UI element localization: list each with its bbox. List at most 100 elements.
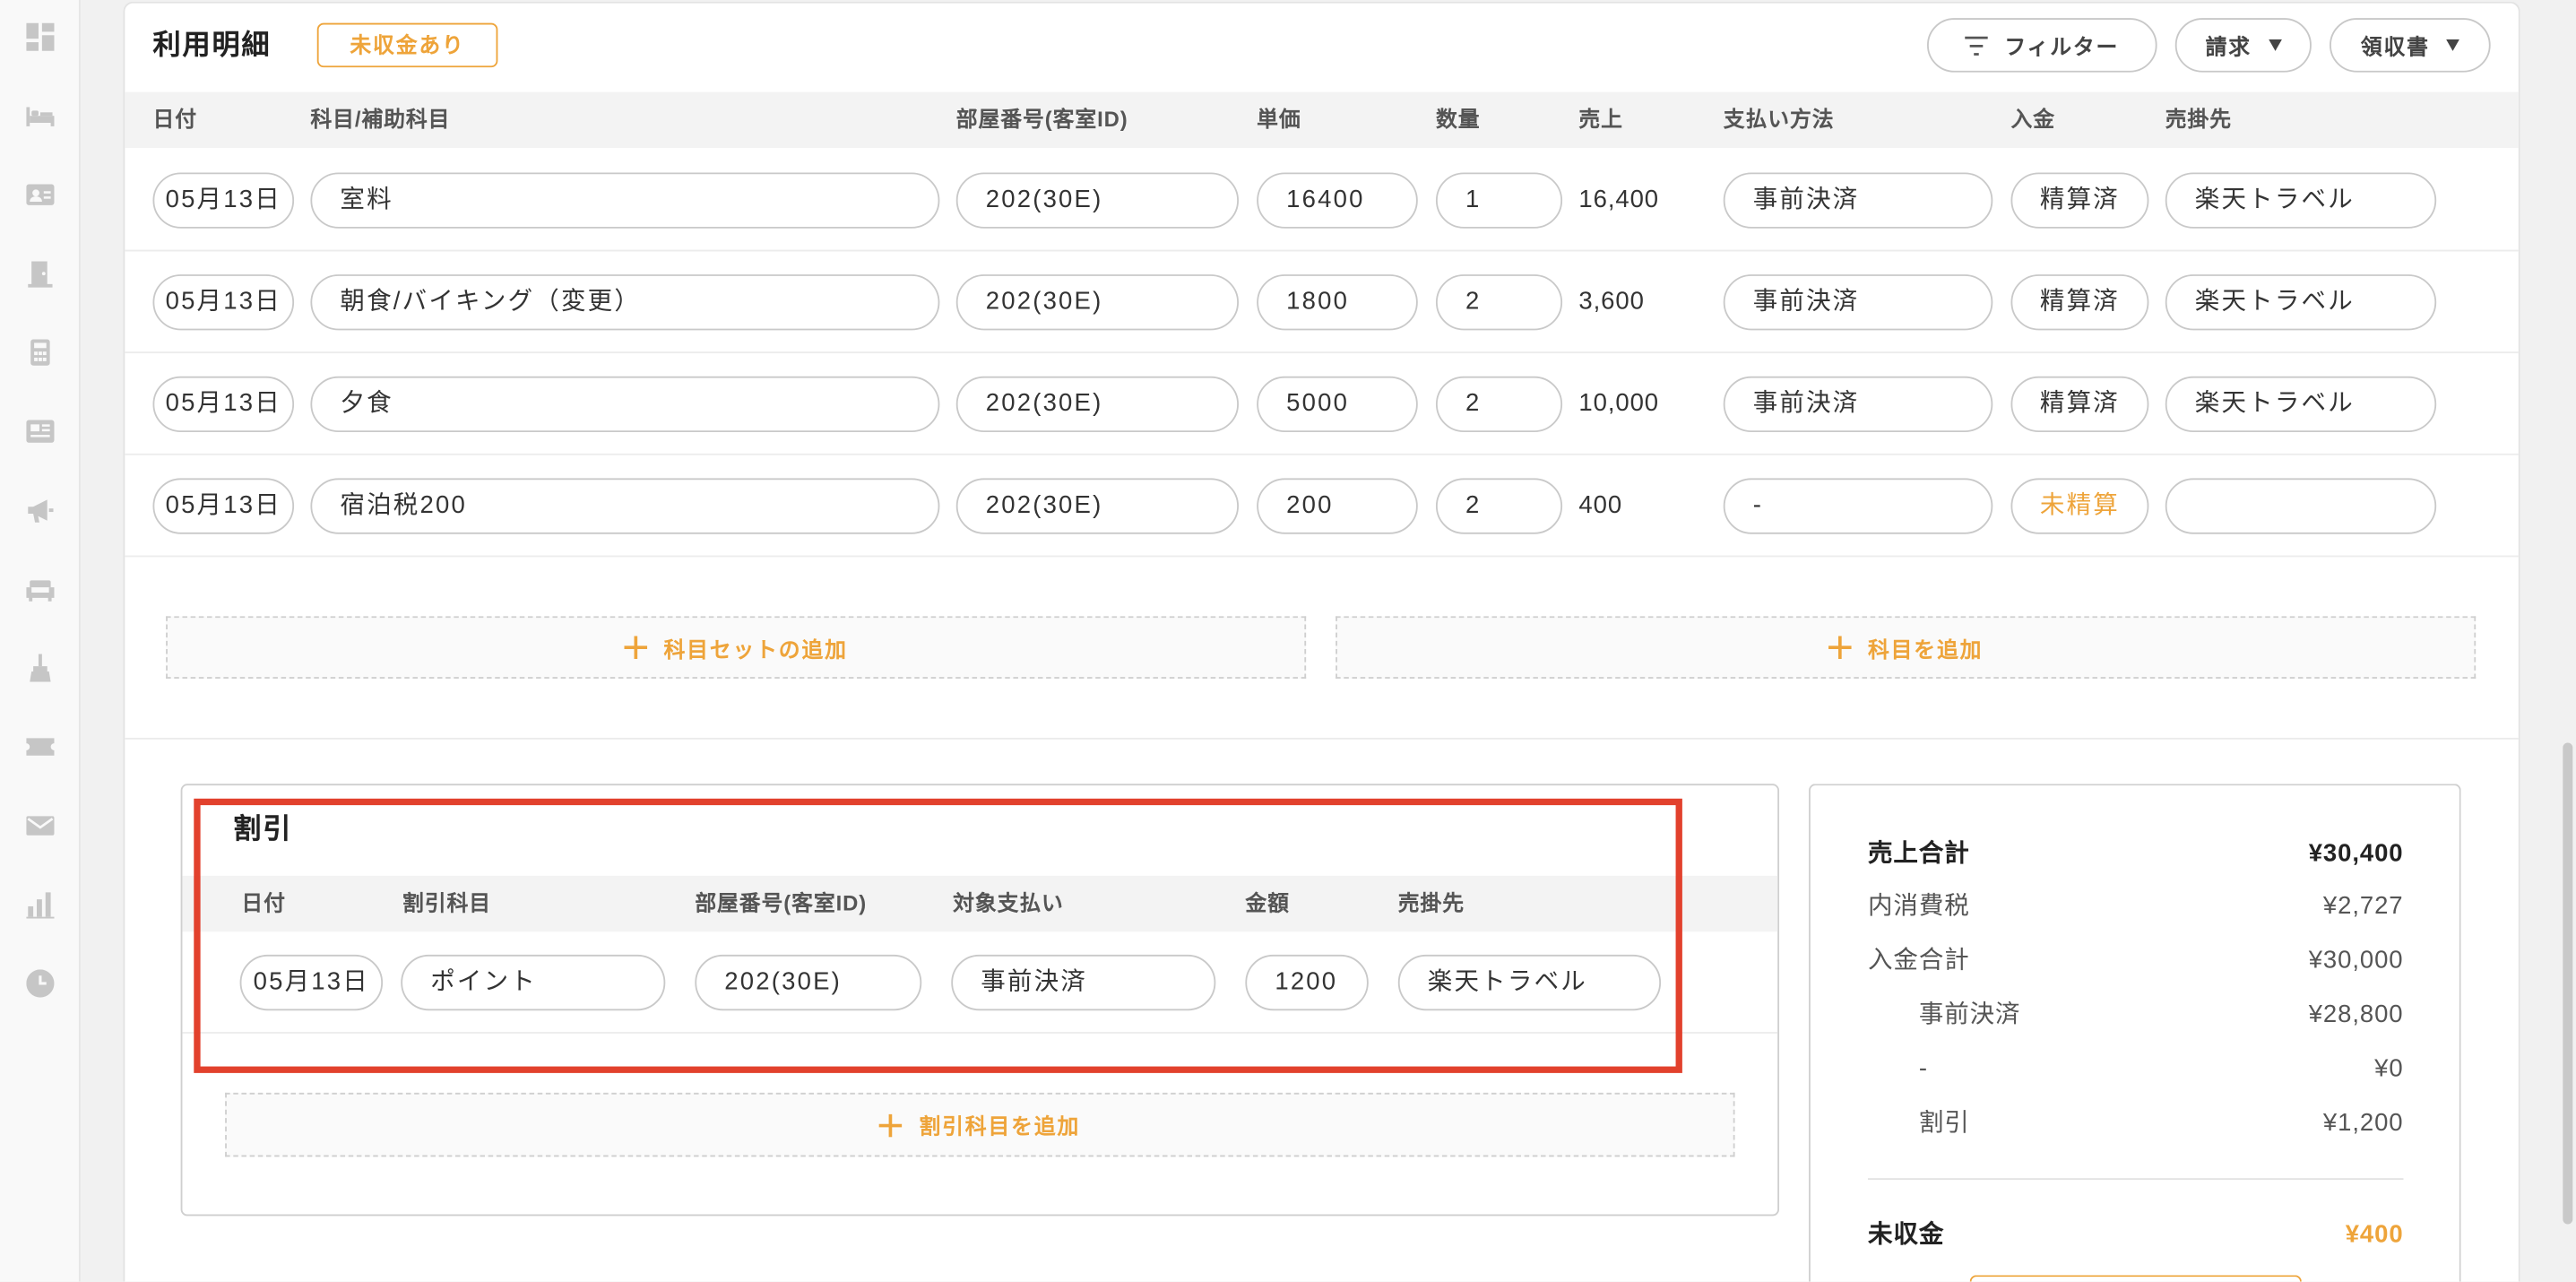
payment-method-select[interactable]: 事前決済 bbox=[1723, 172, 1993, 229]
no-method-label: - bbox=[1918, 1054, 1928, 1083]
prepaid-value: ¥28,800 bbox=[2308, 1000, 2404, 1029]
filter-button[interactable]: フィルター bbox=[1926, 18, 2157, 73]
receivable-field[interactable]: 楽天トラベル bbox=[2165, 172, 2437, 229]
item-field[interactable]: 室料 bbox=[310, 172, 940, 229]
dashboard-icon[interactable] bbox=[26, 22, 55, 51]
unit-price-field[interactable]: 16400 bbox=[1257, 172, 1418, 229]
deposit-total-label: 入金合計 bbox=[1868, 946, 1970, 974]
plus-icon bbox=[879, 1113, 903, 1137]
quantity-field[interactable]: 2 bbox=[1435, 274, 1563, 331]
add-item-button[interactable]: 科目を追加 bbox=[1336, 616, 2477, 679]
news-icon[interactable] bbox=[26, 418, 55, 446]
add-discount-item-label: 割引科目を追加 bbox=[919, 1113, 1081, 1139]
date-field[interactable]: 05月13日 bbox=[152, 172, 295, 229]
prepaid-label: 事前決済 bbox=[1918, 1000, 2021, 1029]
item-field[interactable]: 夕食 bbox=[310, 376, 940, 433]
date-field[interactable]: 05月13日 bbox=[152, 478, 295, 534]
plus-icon bbox=[624, 636, 648, 659]
add-item-set-label: 科目セットの追加 bbox=[663, 637, 848, 662]
table-row: 05月13日 宿泊税200 202(30E) 200 2 400 - 未精算 bbox=[125, 455, 2519, 558]
status-badge: 未収金あり bbox=[316, 22, 498, 68]
clock-icon[interactable] bbox=[26, 969, 55, 998]
sales-value: 3,600 bbox=[1578, 287, 1645, 316]
add-discount-item-button[interactable]: 割引科目を追加 bbox=[225, 1092, 1735, 1157]
room-field[interactable]: 202(30E) bbox=[955, 478, 1240, 534]
quantity-field[interactable]: 1 bbox=[1435, 172, 1563, 229]
column-header: 売掛先 bbox=[2165, 107, 2233, 132]
unit-price-field[interactable]: 200 bbox=[1257, 478, 1418, 534]
receipt-dropdown-button[interactable]: 領収書 bbox=[2330, 18, 2491, 73]
column-header: 部屋番号(客室ID) bbox=[955, 107, 1128, 132]
calculator-icon[interactable] bbox=[26, 339, 54, 367]
column-header: 科目/補助科目 bbox=[310, 107, 451, 132]
consumption-tax-label: 内消費税 bbox=[1868, 892, 1970, 921]
deposit-status-button[interactable]: 精算済 bbox=[2010, 376, 2149, 433]
receivable-field[interactable] bbox=[2165, 478, 2437, 534]
invoice-dropdown-button[interactable]: 請求 bbox=[2174, 18, 2312, 73]
sofa-icon[interactable] bbox=[26, 576, 55, 603]
receipt-label: 領収書 bbox=[2360, 34, 2430, 59]
discount-label: 割引 bbox=[1918, 1109, 1970, 1138]
add-item-set-button[interactable]: 科目セットの追加 bbox=[166, 616, 1307, 679]
guest-card-icon[interactable] bbox=[26, 181, 55, 209]
mail-icon[interactable] bbox=[26, 811, 55, 839]
outstanding-row: 未収金 ¥400 bbox=[1868, 1217, 2404, 1253]
filter-label: フィルター bbox=[2004, 34, 2120, 59]
table-row: 05月13日 夕食 202(30E) 5000 2 10,000 事前決済 精算… bbox=[125, 353, 2519, 455]
sales-value: 400 bbox=[1578, 491, 1623, 520]
column-header: 支払い方法 bbox=[1723, 107, 1835, 132]
room-field[interactable]: 202(30E) bbox=[955, 274, 1240, 331]
app-window: 利用明細 未収金あり フィルター 請求 領収書 日付 科目/補助科目 部屋番号(… bbox=[0, 0, 2576, 1282]
deposit-status-button[interactable]: 未精算 bbox=[2010, 478, 2149, 534]
item-field[interactable]: 朝食/バイキング（変更） bbox=[310, 274, 940, 331]
date-field[interactable]: 05月13日 bbox=[152, 274, 295, 331]
add-item-label: 科目を追加 bbox=[1867, 637, 1984, 662]
prepaid-row: 事前決済 ¥28,800 bbox=[1919, 998, 2404, 1034]
sales-total-label: 売上合計 bbox=[1868, 839, 1970, 868]
scrollbar-thumb[interactable] bbox=[2563, 742, 2573, 1225]
broom-icon[interactable] bbox=[26, 654, 54, 682]
room-field[interactable]: 202(30E) bbox=[955, 376, 1240, 433]
ticket-icon[interactable] bbox=[26, 732, 55, 760]
table-header: 日付 科目/補助科目 部屋番号(客室ID) 単価 数量 売上 支払い方法 入金 … bbox=[125, 91, 2519, 148]
quantity-field[interactable]: 2 bbox=[1435, 376, 1563, 433]
room-field[interactable]: 202(30E) bbox=[955, 172, 1240, 229]
date-field[interactable]: 05月13日 bbox=[152, 376, 295, 433]
deposit-status-button[interactable]: 精算済 bbox=[2010, 274, 2149, 331]
invoice-label: 請求 bbox=[2205, 34, 2252, 59]
megaphone-icon[interactable] bbox=[26, 497, 54, 524]
door-icon[interactable] bbox=[26, 260, 54, 288]
no-method-row: - ¥0 bbox=[1919, 1052, 2404, 1087]
bar-chart-icon[interactable] bbox=[26, 890, 55, 919]
plus-icon bbox=[1828, 636, 1852, 659]
caret-down-icon bbox=[2446, 39, 2459, 51]
consumption-tax-value: ¥2,727 bbox=[2322, 892, 2404, 921]
bed-icon[interactable] bbox=[26, 102, 55, 130]
consumption-tax-row: 内消費税 ¥2,727 bbox=[1868, 889, 2404, 925]
discount-row-summary: 割引 ¥1,200 bbox=[1919, 1106, 2404, 1142]
sales-total-value: ¥30,400 bbox=[2308, 839, 2404, 868]
item-field[interactable]: 宿泊税200 bbox=[310, 478, 940, 534]
column-header: 入金 bbox=[2010, 107, 2055, 132]
payment-method-select[interactable]: 事前決済 bbox=[1723, 274, 1993, 331]
table-row: 05月13日 室料 202(30E) 16400 1 16,400 事前決済 精… bbox=[125, 150, 2519, 252]
receivable-field[interactable]: 楽天トラベル bbox=[2165, 274, 2437, 331]
sales-value: 10,000 bbox=[1578, 389, 1660, 418]
quantity-field[interactable]: 2 bbox=[1435, 478, 1563, 534]
deposit-total-row: 入金合計 ¥30,000 bbox=[1868, 943, 2404, 979]
divider bbox=[125, 737, 2519, 740]
summary-action-button[interactable] bbox=[1969, 1275, 2302, 1282]
divider bbox=[1868, 1178, 2404, 1181]
discount-value: ¥1,200 bbox=[2322, 1109, 2404, 1138]
receivable-field[interactable]: 楽天トラベル bbox=[2165, 376, 2437, 433]
discount-section: 割引 日付 割引科目 部屋番号(客室ID) 対象支払い 金額 売掛先 05月13… bbox=[180, 784, 1780, 1217]
payment-method-select[interactable]: - bbox=[1723, 478, 1993, 534]
sidebar bbox=[0, 0, 81, 1282]
payment-method-select[interactable]: 事前決済 bbox=[1723, 376, 1993, 433]
unit-price-field[interactable]: 5000 bbox=[1257, 376, 1418, 433]
sales-value: 16,400 bbox=[1578, 186, 1660, 214]
unit-price-field[interactable]: 1800 bbox=[1257, 274, 1418, 331]
deposit-status-button[interactable]: 精算済 bbox=[2010, 172, 2149, 229]
filter-icon bbox=[1965, 35, 1989, 55]
usage-details-card: 利用明細 未収金あり フィルター 請求 領収書 日付 科目/補助科目 部屋番号(… bbox=[123, 1, 2520, 1282]
